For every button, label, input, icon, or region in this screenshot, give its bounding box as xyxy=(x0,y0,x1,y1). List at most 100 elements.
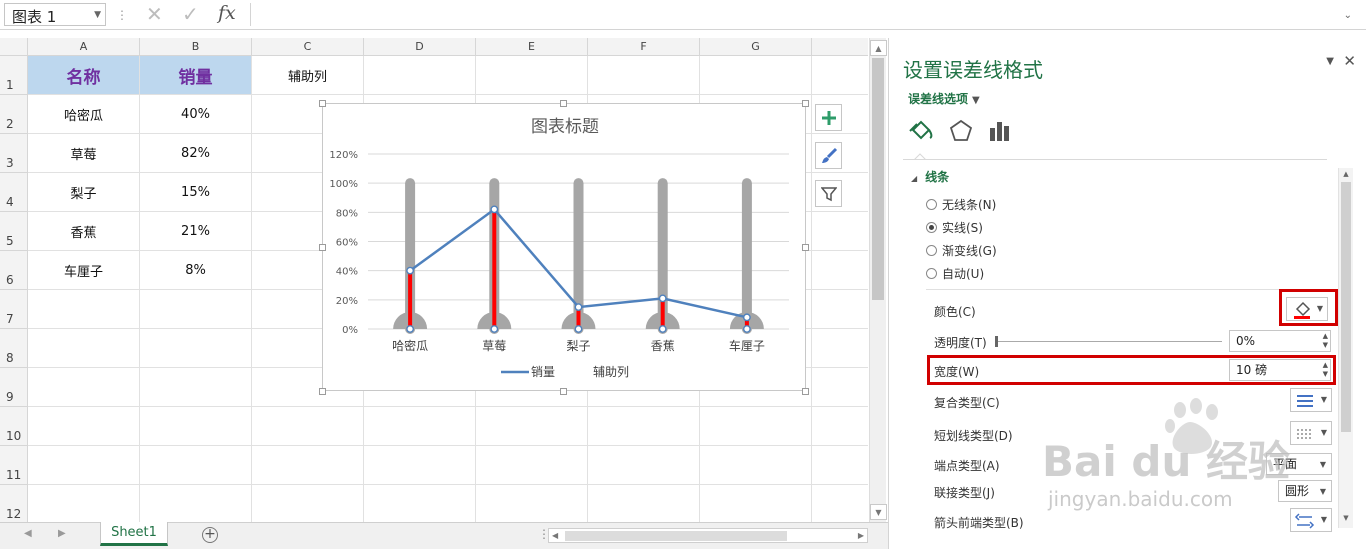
row-header[interactable]: 8 xyxy=(0,329,28,368)
radio-dot[interactable] xyxy=(926,199,937,210)
chevron-down-icon[interactable]: ▼ xyxy=(94,10,101,20)
error-bar-options-dropdown[interactable]: 误差线选项 ▼ xyxy=(908,90,980,107)
insert-function-icon[interactable]: fx xyxy=(218,2,236,24)
radio-dot[interactable] xyxy=(926,245,937,256)
column-header-b[interactable]: B xyxy=(140,38,252,56)
slider-knob[interactable] xyxy=(995,336,998,347)
cell[interactable] xyxy=(28,329,140,368)
cell[interactable] xyxy=(476,56,588,95)
cell[interactable] xyxy=(588,485,700,522)
sheet-horizontal-scrollbar[interactable]: ◀ ▶ xyxy=(548,528,868,543)
cell[interactable] xyxy=(28,407,140,446)
cell[interactable] xyxy=(700,56,812,95)
cell[interactable] xyxy=(140,485,252,522)
row-header[interactable]: 1 xyxy=(0,56,28,95)
column-header[interactable] xyxy=(812,38,868,56)
sheet-tab-sheet1[interactable]: Sheet1 xyxy=(100,522,168,546)
cell[interactable] xyxy=(700,407,812,446)
radio-dot[interactable] xyxy=(926,268,937,279)
cell[interactable] xyxy=(812,329,868,368)
resize-handle[interactable] xyxy=(802,244,809,251)
close-icon[interactable]: ✕ xyxy=(1343,52,1356,70)
scroll-left-icon[interactable]: ◀ xyxy=(552,529,558,542)
resize-handle[interactable] xyxy=(319,244,326,251)
row-header[interactable]: 4 xyxy=(0,173,28,212)
column-header-a[interactable]: A xyxy=(28,38,140,56)
cell[interactable] xyxy=(812,407,868,446)
sheet-vertical-scrollbar[interactable]: ▲ ▼ xyxy=(869,38,887,522)
radio-dot[interactable] xyxy=(926,222,937,233)
expand-formula-icon[interactable]: ⌄ xyxy=(1344,10,1352,21)
cell[interactable] xyxy=(364,485,476,522)
cell[interactable] xyxy=(364,446,476,485)
table-cell[interactable]: 40% xyxy=(140,95,252,134)
resize-handle[interactable] xyxy=(319,388,326,395)
table-header-cell[interactable]: 销量 xyxy=(140,56,252,95)
cell[interactable] xyxy=(252,407,364,446)
column-header-f[interactable]: F xyxy=(588,38,700,56)
effects-tab[interactable] xyxy=(947,118,975,144)
row-header[interactable]: 7 xyxy=(0,290,28,329)
table-cell[interactable]: 15% xyxy=(140,173,252,212)
table-cell[interactable]: 梨子 xyxy=(28,173,140,212)
column-header-c[interactable]: C xyxy=(252,38,364,56)
table-cell[interactable]: 82% xyxy=(140,134,252,173)
table-cell[interactable]: 草莓 xyxy=(28,134,140,173)
resize-handle[interactable] xyxy=(802,100,809,107)
spinner-icon[interactable]: ▲ ▼ xyxy=(1323,332,1328,350)
cell[interactable] xyxy=(28,368,140,407)
row-header[interactable]: 6 xyxy=(0,251,28,290)
column-header-e[interactable]: E xyxy=(476,38,588,56)
radio-automatic[interactable]: 自动(U) xyxy=(926,265,984,282)
cell[interactable] xyxy=(588,446,700,485)
scroll-thumb[interactable] xyxy=(872,58,884,300)
cell[interactable] xyxy=(140,329,252,368)
cell[interactable] xyxy=(812,212,868,251)
table-cell[interactable]: 21% xyxy=(140,212,252,251)
transparency-input[interactable]: 0% ▲ ▼ xyxy=(1229,330,1331,352)
cell[interactable] xyxy=(140,290,252,329)
scroll-thumb[interactable] xyxy=(1341,182,1351,432)
cell[interactable] xyxy=(476,407,588,446)
chart-filters-button[interactable] xyxy=(815,180,842,207)
cell[interactable] xyxy=(364,56,476,95)
cell[interactable] xyxy=(588,56,700,95)
row-header[interactable]: 9 xyxy=(0,368,28,407)
chart-styles-button[interactable] xyxy=(815,142,842,169)
cell[interactable] xyxy=(812,251,868,290)
cell[interactable] xyxy=(364,407,476,446)
cell[interactable] xyxy=(28,446,140,485)
resize-handle[interactable] xyxy=(802,388,809,395)
cell[interactable] xyxy=(812,446,868,485)
scroll-up-icon[interactable]: ▲ xyxy=(1339,170,1353,178)
scroll-down-icon[interactable]: ▼ xyxy=(870,504,887,520)
row-header[interactable]: 2 xyxy=(0,95,28,134)
select-all-corner[interactable] xyxy=(0,38,28,56)
row-header[interactable]: 3 xyxy=(0,134,28,173)
cell[interactable] xyxy=(812,290,868,329)
pane-vertical-scrollbar[interactable]: ▲ ▼ xyxy=(1338,168,1353,528)
name-box[interactable]: 图表 1 ▼ xyxy=(4,3,106,26)
scroll-up-icon[interactable]: ▲ xyxy=(870,40,887,56)
table-header-cell[interactable]: 辅助列 xyxy=(252,56,364,95)
transparency-slider[interactable] xyxy=(995,336,1222,347)
row-header[interactable]: 10 xyxy=(0,407,28,446)
confirm-icon[interactable]: ✓ xyxy=(182,2,199,26)
table-header-cell[interactable]: 名称 xyxy=(28,56,140,95)
column-header-d[interactable]: D xyxy=(364,38,476,56)
chart-object[interactable]: 图表标题 0% 20% 40% 60% 80% 100% 120% 哈密瓜 草莓 梨子 香蕉 车厘子 销量… xyxy=(322,103,806,391)
scroll-thumb[interactable] xyxy=(565,531,787,541)
row-header[interactable]: 5 xyxy=(0,212,28,251)
cell[interactable] xyxy=(140,446,252,485)
cell[interactable] xyxy=(252,485,364,522)
table-cell[interactable]: 香蕉 xyxy=(28,212,140,251)
cell[interactable] xyxy=(812,56,868,95)
add-sheet-icon[interactable]: + xyxy=(202,527,218,543)
scroll-right-icon[interactable]: ▶ xyxy=(858,529,864,542)
cell[interactable] xyxy=(28,290,140,329)
cell[interactable] xyxy=(588,407,700,446)
resize-handle[interactable] xyxy=(560,100,567,107)
cell[interactable] xyxy=(252,446,364,485)
resize-handle[interactable] xyxy=(319,100,326,107)
cell[interactable] xyxy=(700,446,812,485)
